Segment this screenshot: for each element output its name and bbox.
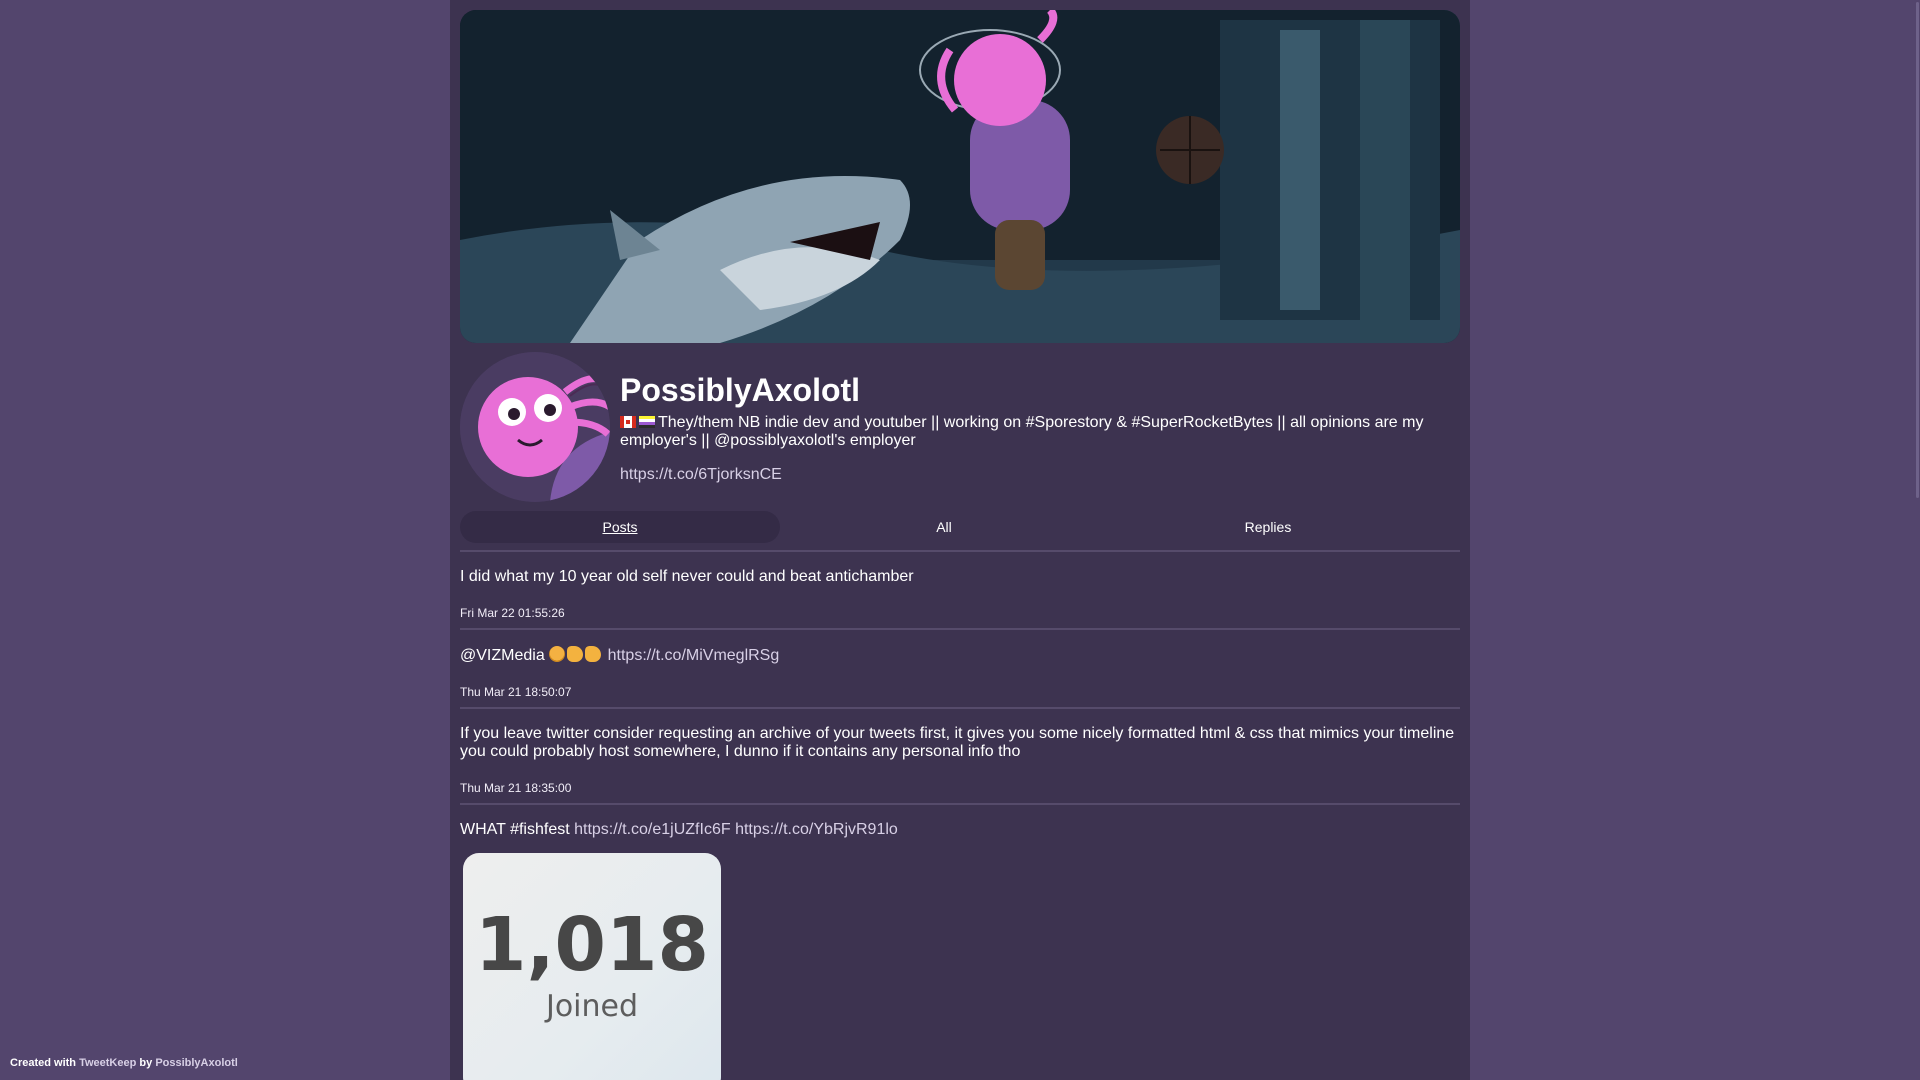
tab-replies[interactable]: Replies — [1108, 511, 1428, 543]
tweet-text: @VIZMedia https://t.co/MiVmeglRSg — [460, 646, 1460, 665]
tweet-text: If you leave twitter consider requesting… — [460, 725, 1455, 760]
footer-author-link[interactable]: PossiblyAxolotl — [155, 1057, 238, 1069]
tweet: I did what my 10 year old self never cou… — [460, 550, 1460, 628]
tweet-feed: I did what my 10 year old self never cou… — [460, 550, 1460, 1080]
banner-artwork — [460, 10, 1460, 343]
footer-prefix: Created with — [10, 1057, 77, 1069]
footer-credit: Created with TweetKeep by PossiblyAxolot… — [10, 1057, 238, 1069]
profile-bio-text: They/them NB indie dev and youtuber || w… — [620, 414, 1424, 449]
tweet-media-image[interactable]: 1,018 Joined — [463, 853, 721, 1080]
tweet-text-body: WHAT #fishfest — [460, 821, 570, 838]
flushed-face-icon — [549, 646, 566, 662]
tweet-timestamp: Thu Mar 21 18:50:07 — [460, 685, 572, 699]
profile-name: PossiblyAxolotl — [620, 372, 861, 408]
scrollbar-thumb[interactable] — [1916, 2, 1919, 498]
tab-posts[interactable]: Posts — [460, 511, 780, 543]
page-scrollbar[interactable] — [1914, 0, 1920, 1080]
profile-link[interactable]: https://t.co/6TjorksnCE — [620, 466, 782, 484]
profile-bio: They/them NB indie dev and youtuber || w… — [620, 414, 1450, 450]
tweet-link[interactable]: https://t.co/e1jUZfIc6F — [574, 821, 731, 838]
tweet: WHAT #fishfest https://t.co/e1jUZfIc6F h… — [460, 803, 1460, 1080]
tweet-text: WHAT #fishfest https://t.co/e1jUZfIc6F h… — [460, 821, 1460, 839]
timeline-tabs: Posts All Replies — [460, 511, 1460, 543]
timeline-page: PossiblyAxolotl They/them NB indie dev a… — [450, 0, 1470, 1080]
profile-header: PossiblyAxolotl They/them NB indie dev a… — [460, 352, 1460, 502]
tab-all[interactable]: All — [784, 511, 1104, 543]
nonbinary-flag-icon — [639, 416, 655, 428]
tweet-timestamp: Thu Mar 21 18:35:00 — [460, 781, 572, 795]
canada-flag-icon — [620, 416, 636, 428]
profile-banner — [460, 10, 1460, 343]
footer-by: by — [139, 1057, 153, 1069]
axolotl-avatar-image — [460, 352, 610, 502]
media-caption: Joined — [545, 989, 639, 1024]
tweet-mention: @VIZMedia — [460, 647, 545, 664]
tweet-link[interactable]: https://t.co/MiVmeglRSg — [608, 647, 780, 664]
tweet-timestamp: Fri Mar 22 01:55:26 — [460, 606, 565, 620]
tweet: If you leave twitter consider requesting… — [460, 707, 1460, 803]
media-number: 1,018 — [474, 902, 710, 988]
avatar[interactable] — [460, 352, 610, 502]
footer-app-link[interactable]: TweetKeep — [79, 1057, 136, 1069]
tweet: @VIZMedia https://t.co/MiVmeglRSg Thu Ma… — [460, 628, 1460, 707]
tweet-text: I did what my 10 year old self never cou… — [460, 568, 914, 585]
pointing-right-icon — [567, 646, 584, 662]
pointing-left-icon — [585, 646, 602, 662]
tweet-link[interactable]: https://t.co/YbRjvR91lo — [735, 821, 898, 838]
